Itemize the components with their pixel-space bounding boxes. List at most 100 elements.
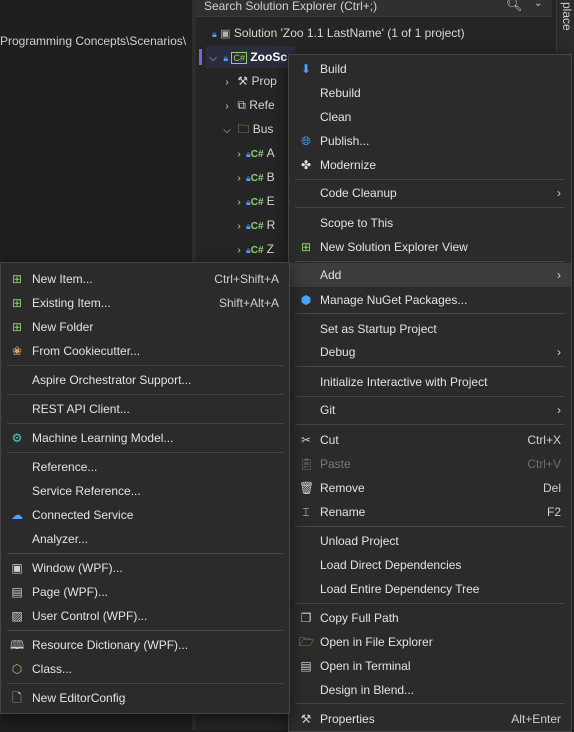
menu-item-service-reference[interactable]: Service Reference... (1, 479, 289, 503)
submenu-arrow-icon: › (557, 186, 561, 200)
menu-item-label: Debug (320, 345, 356, 359)
business-label: Bus (252, 122, 274, 136)
csharp-file-icon: C# (250, 197, 264, 208)
menu-item-code-cleanup[interactable]: Code Cleanup › (289, 181, 571, 205)
chevron-right-icon[interactable]: › (220, 96, 234, 118)
chevron-down-icon[interactable]: ⌵ (220, 120, 234, 142)
menu-item-page-wpf[interactable]: ▤ Page (WPF)... (1, 580, 289, 604)
menu-separator (295, 703, 565, 704)
menu-item-label: Code Cleanup (320, 186, 397, 200)
menu-item-rebuild[interactable]: Rebuild (289, 81, 571, 105)
chevron-down-icon[interactable]: ⌵ (206, 48, 220, 70)
menu-item-resource-dictionary-wpf[interactable]: 🕮︎ Resource Dictionary (WPF)... (1, 633, 289, 657)
menu-item-label: Build (320, 62, 347, 76)
menu-item-set-startup[interactable]: Set as Startup Project (289, 317, 571, 341)
menu-item-rest-api[interactable]: REST API Client... (1, 397, 289, 421)
menu-item-label: New Item... (32, 272, 93, 286)
chevron-right-icon[interactable]: › (232, 192, 246, 214)
menu-item-copy-full-path[interactable]: ❐ Copy Full Path (289, 606, 571, 630)
tree-row-cs-file[interactable]: › 🔒︎C# E (232, 190, 274, 214)
menu-item-label: Machine Learning Model... (32, 431, 174, 445)
tree-row-project[interactable]: ⌵ 🔒︎ C# ZooSc (206, 46, 296, 68)
menu-separator (295, 526, 565, 527)
menu-item-window-wpf[interactable]: ▣ Window (WPF)... (1, 556, 289, 580)
menu-item-new-solution-explorer-view[interactable]: ⊞ New Solution Explorer View (289, 235, 571, 259)
chevron-right-icon[interactable]: › (232, 216, 246, 238)
menu-separator (295, 424, 565, 425)
menu-item-open-terminal[interactable]: ▤ Open in Terminal (289, 654, 571, 678)
menu-separator (7, 423, 283, 424)
menu-item-add[interactable]: Add › (289, 263, 571, 287)
menu-item-scope-to-this[interactable]: Scope to This (289, 211, 571, 235)
add-submenu: ⊞ New Item... Ctrl+Shift+A ⊞ Existing It… (0, 262, 290, 714)
menu-item-label: Load Direct Dependencies (320, 558, 462, 572)
menu-item-ml-model[interactable]: ⚙ Machine Learning Model... (1, 426, 289, 450)
search-input[interactable]: Search Solution Explorer (Ctrl+;) 🔍︎ ⌄ (196, 0, 552, 17)
search-icon[interactable]: 🔍︎ (506, 0, 523, 13)
menu-separator (295, 396, 565, 397)
tree-row-cs-file[interactable]: › 🔒︎C# Z (232, 238, 274, 260)
tree-row-references[interactable]: › ⧉ Refe (220, 94, 274, 118)
menu-item-aspire[interactable]: Aspire Orchestrator Support... (1, 368, 289, 392)
menu-separator (295, 261, 565, 262)
tree-row-cs-file[interactable]: › 🔒︎C# A (232, 142, 274, 166)
globe-icon: 🌐︎ (301, 134, 311, 148)
menu-item-label: Open in File Explorer (320, 635, 433, 649)
menu-item-label: Window (WPF)... (32, 561, 123, 575)
menu-item-modernize[interactable]: ✤ Modernize (289, 153, 571, 177)
shortcut-label: Ctrl+Shift+A (214, 272, 279, 286)
menu-item-properties[interactable]: ⚒ Properties Alt+Enter (289, 707, 571, 731)
chevron-right-icon[interactable]: › (232, 240, 246, 262)
wrench-icon: ⚒ (300, 712, 312, 726)
references-icon: ⧉ (237, 98, 246, 112)
tree-row-cs-file[interactable]: › 🔒︎C# B (232, 166, 274, 190)
tree-row-cs-file[interactable]: › 🔒︎C# R (232, 214, 275, 236)
lock-icon: 🔒︎ (212, 29, 217, 39)
menu-item-connected-service[interactable]: ☁ Connected Service (1, 503, 289, 527)
menu-item-rename[interactable]: ⌶ Rename F2 (289, 500, 571, 524)
menu-item-debug[interactable]: Debug › (289, 340, 571, 364)
menu-item-load-tree[interactable]: Load Entire Dependency Tree (289, 577, 571, 601)
menu-item-label: Load Entire Dependency Tree (320, 582, 480, 596)
menu-item-reference[interactable]: Reference... (1, 455, 289, 479)
menu-item-design-blend[interactable]: Design in Blend... (289, 678, 571, 702)
csharp-project-icon: C# (231, 52, 247, 64)
menu-item-load-direct[interactable]: Load Direct Dependencies (289, 553, 571, 577)
menu-item-initialize-interactive[interactable]: Initialize Interactive with Project (289, 370, 571, 394)
cs-file-label: R (266, 218, 276, 232)
tree-row-properties[interactable]: › ⚒ Prop (220, 70, 276, 94)
menu-item-new-folder[interactable]: ⊞ New Folder (1, 315, 289, 339)
terminal-icon: ▤ (300, 659, 312, 673)
menu-item-unload[interactable]: Unload Project (289, 529, 571, 553)
menu-item-existing-item[interactable]: ⊞ Existing Item... Shift+Alt+A (1, 291, 289, 315)
menu-item-paste[interactable]: 📋︎ Paste Ctrl+V (289, 452, 571, 476)
menu-separator (295, 179, 565, 180)
chevron-down-icon[interactable]: ⌄ (534, 0, 542, 9)
chevron-right-icon[interactable]: › (232, 168, 246, 190)
chevron-right-icon[interactable]: › (220, 72, 234, 94)
tree-row-business[interactable]: ⌵ 🗀︎ Bus (220, 118, 273, 140)
menu-item-git[interactable]: Git › (289, 398, 571, 422)
tree-row-solution[interactable]: 🔒︎ ▣ Solution 'Zoo 1.1 LastName' (1 of 1… (212, 22, 465, 44)
menu-item-open-file-explorer[interactable]: 🗁︎ Open in File Explorer (289, 630, 571, 654)
menu-item-cookiecutter[interactable]: ❀ From Cookiecutter... (1, 339, 289, 363)
menu-item-cut[interactable]: ✂ Cut Ctrl+X (289, 428, 571, 452)
menu-item-build[interactable]: ⬇ Build (289, 57, 571, 81)
menu-item-publish[interactable]: 🌐︎ Publish... (289, 129, 571, 153)
menu-item-clean[interactable]: Clean (289, 105, 571, 129)
menu-item-label: Initialize Interactive with Project (320, 375, 488, 389)
menu-separator (7, 683, 283, 684)
chevron-right-icon[interactable]: › (232, 144, 246, 166)
menu-item-class[interactable]: ⬡ Class... (1, 657, 289, 681)
menu-item-label: Class... (32, 662, 73, 676)
submenu-arrow-icon: › (557, 403, 561, 417)
folder-icon: 🗀︎ (237, 122, 250, 136)
menu-item-label: Existing Item... (32, 296, 111, 310)
menu-item-new-item[interactable]: ⊞ New Item... Ctrl+Shift+A (1, 267, 289, 291)
menu-item-new-editorconfig[interactable]: 🗋︎ New EditorConfig (1, 686, 289, 710)
menu-separator (7, 452, 283, 453)
menu-item-user-control-wpf[interactable]: ▨ User Control (WPF)... (1, 604, 289, 628)
menu-item-remove[interactable]: 🗑︎ Remove Del (289, 476, 571, 500)
menu-item-manage-nuget[interactable]: ⬢ Manage NuGet Packages... (289, 288, 571, 312)
menu-item-analyzer[interactable]: Analyzer... (1, 527, 289, 551)
